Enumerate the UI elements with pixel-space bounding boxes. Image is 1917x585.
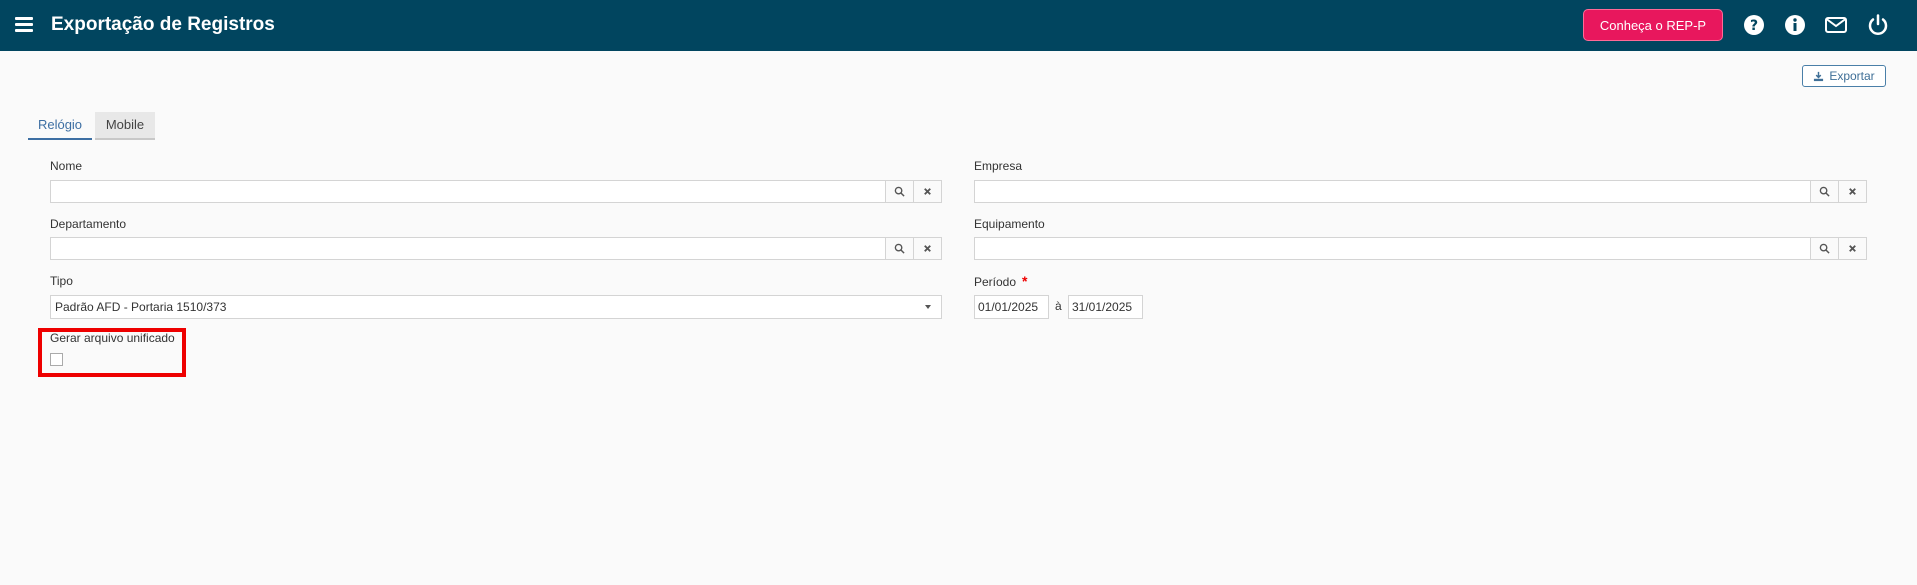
export-button[interactable]: Exportar	[1802, 65, 1886, 87]
nome-label: Nome	[50, 159, 83, 173]
download-icon	[1814, 71, 1824, 81]
search-icon	[894, 186, 905, 197]
search-icon	[894, 243, 905, 254]
empresa-clear-button[interactable]	[1838, 181, 1866, 202]
unificado-label: Gerar arquivo unificado	[50, 331, 175, 345]
periodo-label: Período *	[974, 273, 1027, 290]
mail-icon[interactable]	[1824, 13, 1848, 37]
empresa-input[interactable]	[975, 181, 1810, 202]
equipamento-clear-button[interactable]	[1838, 238, 1866, 259]
page-title: Exportação de Registros	[51, 14, 275, 35]
periodo-label-text: Período	[974, 275, 1017, 289]
equipamento-search-button[interactable]	[1810, 238, 1838, 259]
equipamento-input[interactable]	[975, 238, 1810, 259]
close-icon	[924, 188, 931, 195]
periodo-end-date-input[interactable]: 31/01/2025	[1068, 295, 1143, 319]
departamento-clear-button[interactable]	[913, 238, 941, 259]
departamento-search-button[interactable]	[885, 238, 913, 259]
top-bar: Exportação de Registros Conheça o REP-P …	[0, 0, 1917, 51]
empresa-lookup	[974, 180, 1867, 203]
export-label: Exportar	[1829, 69, 1875, 83]
help-icon[interactable]: ?	[1742, 13, 1766, 37]
tab-bar: Relógio Mobile	[28, 112, 155, 141]
chevron-down-icon	[925, 305, 931, 309]
close-icon	[1849, 188, 1856, 195]
equipamento-label: Equipamento	[974, 217, 1045, 231]
hamburger-menu-icon[interactable]	[15, 17, 33, 32]
nome-clear-button[interactable]	[913, 181, 941, 202]
nome-lookup	[50, 180, 942, 203]
tab-relogio[interactable]: Relógio	[28, 112, 92, 140]
nome-input[interactable]	[51, 181, 885, 202]
empresa-label: Empresa	[974, 159, 1023, 173]
power-icon[interactable]	[1866, 13, 1890, 37]
tab-mobile[interactable]: Mobile	[95, 112, 155, 140]
search-icon	[1819, 243, 1830, 254]
departamento-lookup	[50, 237, 942, 260]
periodo-separator: à	[1055, 299, 1062, 313]
periodo-start-date-input[interactable]: 01/01/2025	[974, 295, 1049, 319]
close-icon	[1849, 245, 1856, 252]
tipo-selected-value: Padrão AFD - Portaria 1510/373	[55, 300, 227, 314]
conheca-rep-p-button[interactable]: Conheça o REP-P	[1583, 9, 1723, 41]
tipo-label: Tipo	[50, 274, 73, 288]
departamento-label: Departamento	[50, 217, 127, 231]
nome-search-button[interactable]	[885, 181, 913, 202]
departamento-input[interactable]	[51, 238, 885, 259]
empresa-search-button[interactable]	[1810, 181, 1838, 202]
tipo-select[interactable]: Padrão AFD - Portaria 1510/373	[50, 295, 942, 319]
unificado-checkbox[interactable]	[50, 353, 63, 366]
close-icon	[924, 245, 931, 252]
svg-text:?: ?	[1750, 18, 1758, 34]
info-icon[interactable]	[1783, 13, 1807, 37]
search-icon	[1819, 186, 1830, 197]
equipamento-lookup	[974, 237, 1867, 260]
required-mark: *	[1022, 273, 1028, 289]
